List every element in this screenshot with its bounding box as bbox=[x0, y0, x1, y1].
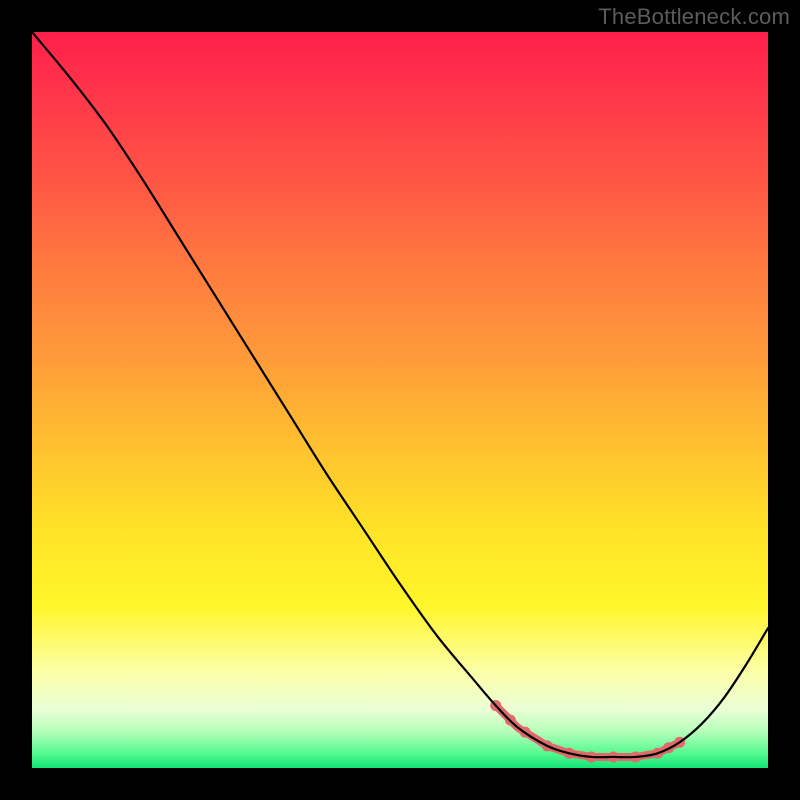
chart-overlay bbox=[32, 32, 768, 768]
chart-frame: TheBottleneck.com bbox=[0, 0, 800, 800]
watermark-text: TheBottleneck.com bbox=[598, 4, 790, 30]
bottleneck-curve-line bbox=[32, 32, 768, 757]
